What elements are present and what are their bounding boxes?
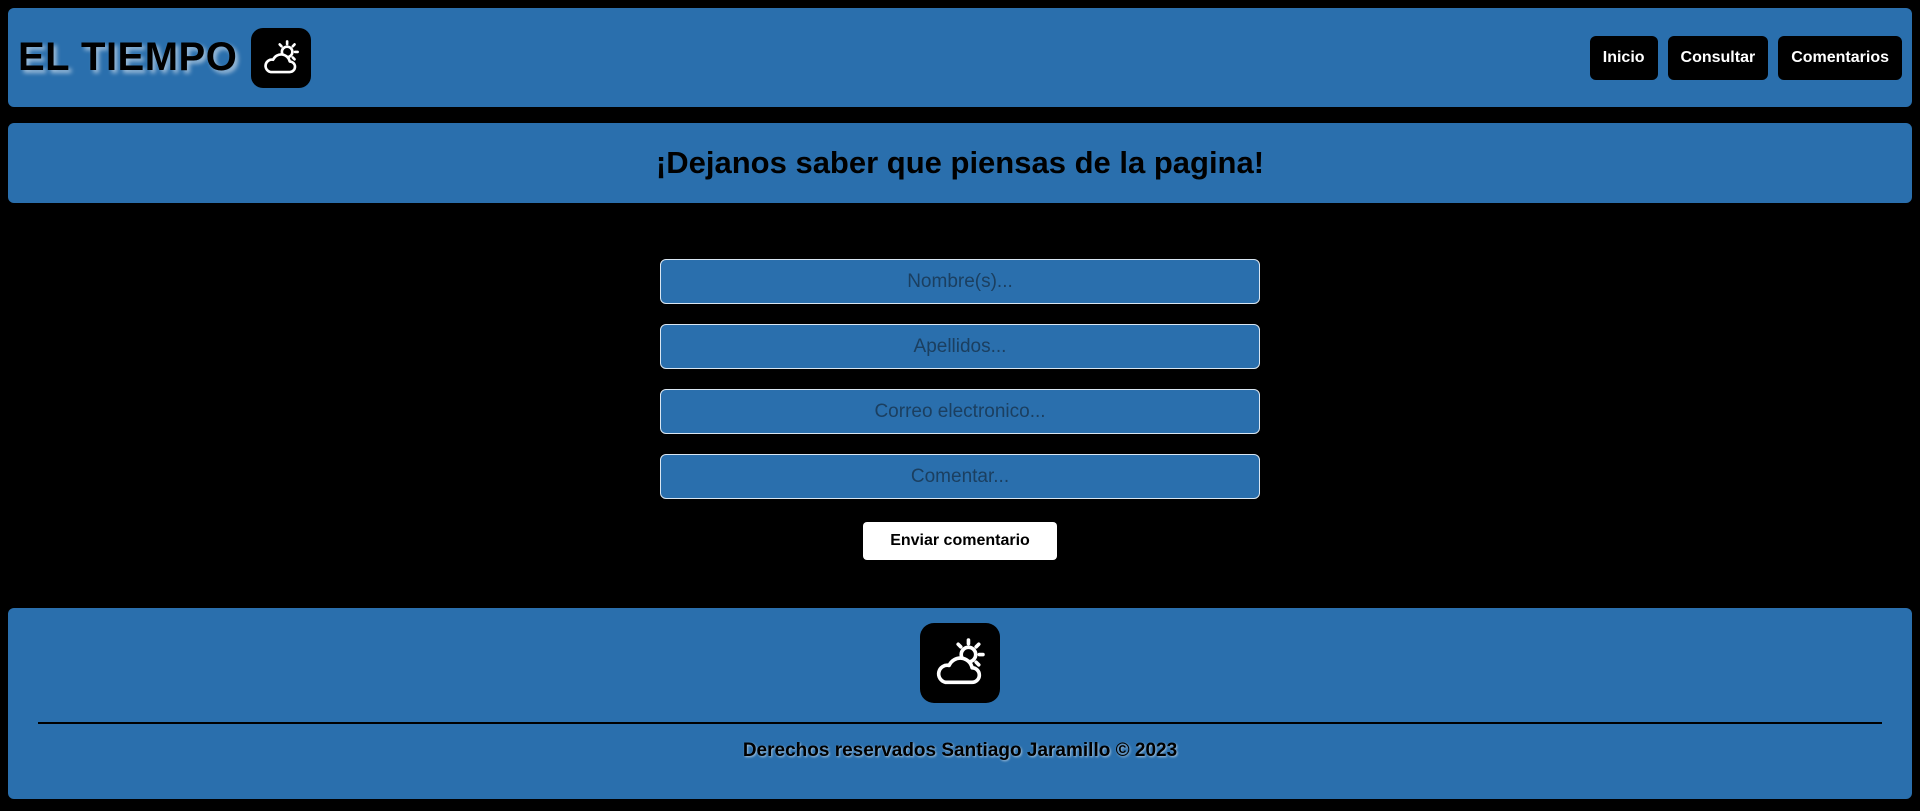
cloud-sun-icon xyxy=(251,27,312,88)
site-header: EL TIEMPO Inicio Consultar Comentarios xyxy=(8,8,1912,107)
brand: EL TIEMPO xyxy=(18,27,312,88)
main-nav: Inicio Consultar Comentarios xyxy=(1589,35,1902,80)
comment-form: Enviar comentario xyxy=(660,259,1260,560)
site-footer: Derechos reservados Santiago Jaramillo ©… xyxy=(8,608,1912,799)
email-input[interactable] xyxy=(660,389,1260,434)
site-title: EL TIEMPO xyxy=(18,35,238,79)
nav-consultar-button[interactable]: Consultar xyxy=(1667,35,1769,80)
submit-comment-button[interactable]: Enviar comentario xyxy=(863,522,1057,560)
footer-divider xyxy=(38,722,1882,724)
first-name-input[interactable] xyxy=(660,259,1260,304)
nav-comentarios-button[interactable]: Comentarios xyxy=(1778,35,1902,80)
comment-input[interactable] xyxy=(660,454,1260,499)
copyright-text: Derechos reservados Santiago Jaramillo ©… xyxy=(742,740,1178,761)
last-name-input[interactable] xyxy=(660,324,1260,369)
page-banner: ¡Dejanos saber que piensas de la pagina! xyxy=(8,123,1912,203)
nav-inicio-button[interactable]: Inicio xyxy=(1589,35,1658,80)
cloud-sun-icon xyxy=(920,623,1000,703)
page-heading: ¡Dejanos saber que piensas de la pagina! xyxy=(655,145,1265,180)
